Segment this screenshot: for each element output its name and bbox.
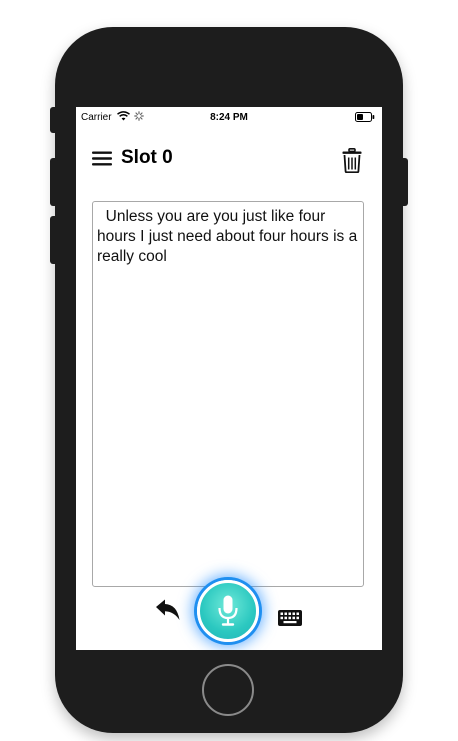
keyboard-icon[interactable] <box>278 610 302 631</box>
status-bar: Carrier 8:24 PM <box>76 107 382 127</box>
volume-down-button <box>50 216 58 264</box>
silent-switch <box>50 107 58 133</box>
menu-icon[interactable] <box>92 151 112 171</box>
volume-up-button <box>50 158 58 206</box>
page-title: Slot 0 <box>121 147 173 168</box>
status-time: 8:24 PM <box>210 112 248 123</box>
transcript-textarea[interactable]: Unless you are you just like four hours … <box>92 201 364 587</box>
home-button[interactable] <box>202 664 254 716</box>
trash-icon[interactable] <box>342 148 362 178</box>
mic-button[interactable] <box>197 580 259 642</box>
undo-icon[interactable] <box>155 599 181 626</box>
power-button <box>400 158 408 206</box>
battery-icon <box>355 112 375 125</box>
app-screen: Carrier 8:24 PM Slot 0 Unless you are yo… <box>76 107 382 650</box>
mic-icon <box>218 595 238 632</box>
